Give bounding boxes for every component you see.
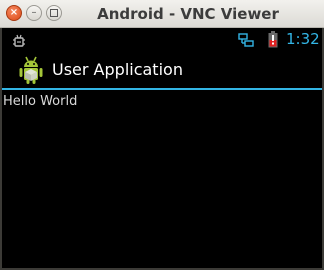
status-clock: 1:32 — [286, 30, 320, 48]
debug-icon — [13, 34, 25, 47]
minimize-icon: – — [31, 7, 37, 18]
android-app-icon[interactable] — [16, 55, 46, 85]
action-bar-title: User Application — [52, 60, 183, 79]
network-icon — [238, 33, 254, 47]
action-bar: User Application — [2, 52, 322, 90]
window-close-button[interactable]: × — [6, 5, 22, 21]
device-screen[interactable]: 1:32 User Application Hello World — [2, 28, 322, 268]
status-bar: 1:32 — [2, 28, 322, 52]
hello-text: Hello World — [3, 94, 78, 109]
window-title: Android - VNC Viewer — [97, 5, 279, 23]
maximize-icon — [50, 9, 58, 17]
window-minimize-button[interactable]: – — [26, 5, 42, 21]
main-content: Hello World — [2, 90, 322, 268]
battery-icon — [268, 31, 278, 48]
window-titlebar: × – Android - VNC Viewer — [0, 0, 324, 28]
window-maximize-button[interactable] — [46, 5, 62, 21]
close-icon: × — [9, 7, 19, 18]
